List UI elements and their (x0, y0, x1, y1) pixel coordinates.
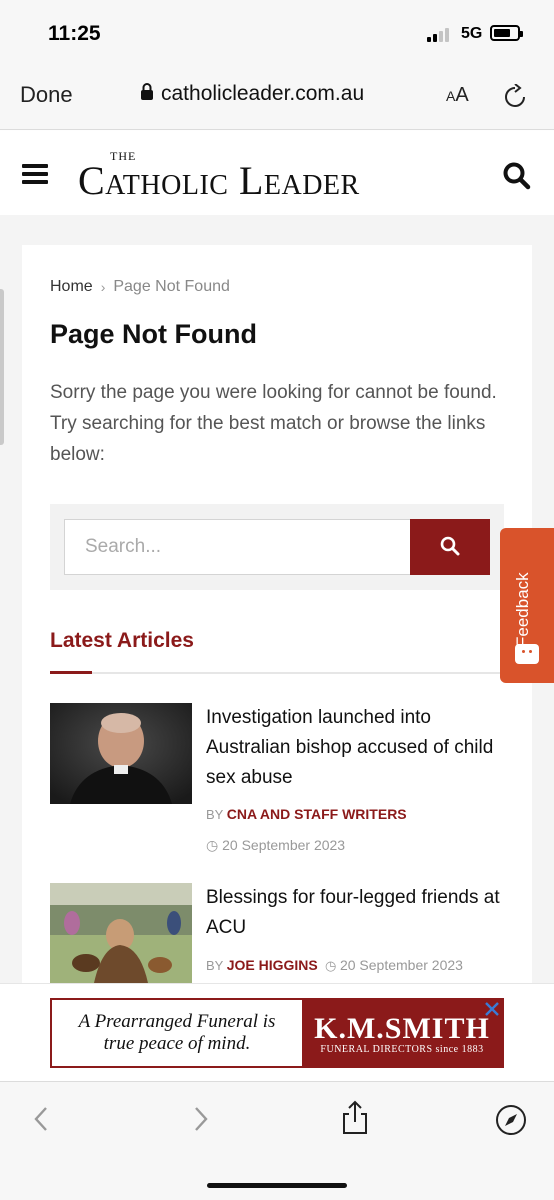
ad-text: A Prearranged Funeral is true peace of m… (78, 1011, 276, 1054)
search-submit-button[interactable] (410, 519, 490, 575)
article-date: 20 September 2023 (339, 957, 463, 973)
ad-banner[interactable]: A Prearranged Funeral is true peace of m… (50, 998, 504, 1068)
article-title[interactable]: Blessings for four-legged friends at ACU (206, 883, 504, 943)
status-time: 11:25 (48, 22, 101, 45)
breadcrumb-current: Page Not Found (113, 278, 230, 295)
browser-address-bar: Done catholicleader.com.au AA (0, 62, 554, 130)
search-input[interactable] (64, 519, 412, 575)
signal-icon (427, 28, 449, 42)
list-item[interactable]: Blessings for four-legged friends at ACU… (50, 883, 504, 983)
article-byline: BY JOE HIGGINS ◷ 20 September 2023 (206, 957, 463, 973)
menu-icon[interactable] (22, 164, 48, 184)
clock-icon: ◷ (206, 837, 219, 853)
article-thumbnail[interactable] (50, 883, 192, 983)
search-icon[interactable] (502, 161, 532, 196)
text-size-button[interactable]: AA (446, 84, 469, 107)
site-logo[interactable]: THE Catholic Leader (78, 149, 478, 203)
battery-icon (490, 25, 523, 41)
edge-handle[interactable] (0, 289, 4, 445)
feedback-tab[interactable]: Feedback (500, 528, 554, 683)
breadcrumb: Home › Page Not Found (50, 278, 230, 296)
home-indicator[interactable] (207, 1183, 347, 1188)
page-description: Sorry the page you were looking for cann… (50, 382, 497, 465)
logo-main: Catholic Leader (78, 158, 360, 203)
list-item[interactable]: Investigation launched into Australian b… (50, 703, 504, 863)
clock-icon: ◷ (325, 958, 337, 973)
search-icon (440, 536, 460, 559)
close-icon[interactable] (482, 999, 502, 1019)
site-header: THE Catholic Leader (0, 131, 554, 215)
section-divider (50, 672, 504, 674)
latest-articles-heading: Latest Articles (50, 629, 194, 652)
url-text: catholicleader.com.au (161, 82, 365, 105)
share-icon[interactable] (340, 1100, 370, 1141)
ad-brand-panel: K.M.SMITH FUNERAL DIRECTORS since 1883 (302, 1000, 502, 1066)
url-field[interactable]: catholicleader.com.au (140, 82, 364, 106)
status-bar: 11:25 5G (0, 0, 554, 62)
content-card: Home › Page Not Found Page Not Found Sor… (22, 245, 532, 983)
page-title: Page Not Found (50, 319, 257, 349)
feedback-label: Feedback (513, 572, 532, 647)
reload-icon[interactable] (503, 83, 527, 115)
ad-subtitle: FUNERAL DIRECTORS since 1883 (320, 1043, 484, 1055)
ad-container: A Prearranged Funeral is true peace of m… (0, 983, 554, 1081)
breadcrumb-home[interactable]: Home (50, 278, 93, 296)
done-button[interactable]: Done (20, 82, 73, 108)
forward-icon[interactable] (190, 1104, 212, 1139)
ad-brand: K.M.SMITH (314, 1011, 490, 1045)
article-byline: BY CNA AND STAFF WRITERS (206, 806, 407, 822)
network-label: 5G (461, 25, 483, 42)
lock-icon (140, 82, 154, 106)
article-thumbnail[interactable] (50, 703, 192, 804)
compass-icon[interactable] (495, 1104, 527, 1141)
article-author[interactable]: CNA AND STAFF WRITERS (227, 806, 407, 822)
back-icon[interactable] (30, 1104, 52, 1139)
smiley-icon (515, 644, 539, 664)
search-box (50, 504, 504, 590)
section-divider-accent (50, 671, 92, 674)
breadcrumb-separator: › (100, 279, 106, 295)
article-title[interactable]: Investigation launched into Australian b… (206, 703, 504, 793)
article-date: ◷ 20 September 2023 (206, 837, 346, 853)
article-author[interactable]: JOE HIGGINS (227, 957, 318, 973)
